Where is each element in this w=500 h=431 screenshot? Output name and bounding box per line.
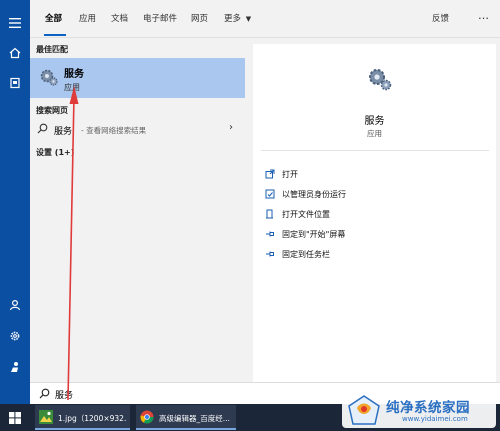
taskbar-item-browser[interactable]: 高级编辑器_百度经... [136,405,236,430]
action-open[interactable]: 打开 [265,167,298,181]
watermark-url: www.yidaimei.com [402,415,468,423]
tab-web[interactable]: 网页 [191,12,208,24]
app-detail-pane: 服务 应用 打开 以管理员身份运行 打开文件位置 固定到"开始"屏幕 固定到任务… [253,44,496,382]
services-gear-icon [39,67,59,87]
watermark-badge: 纯净系统家园 www.yidaimei.com [342,392,496,428]
pin-taskbar-icon [265,249,275,259]
app-name: 服务 [364,116,385,127]
search-icon [37,123,48,137]
best-match-subtitle: 应用 [64,83,80,92]
search-input-value[interactable]: 服务 [55,388,73,401]
best-match-title: 服务 [64,69,84,80]
active-tab-indicator [44,34,66,36]
action-open-file-location-label: 打开文件位置 [282,209,330,219]
tab-apps[interactable]: 应用 [79,12,96,24]
windows-logo-icon [9,411,21,424]
web-search-heading: 搜索网页 [36,106,68,115]
more-options-icon[interactable]: … [478,9,489,22]
feedback-link[interactable]: 反馈 [432,12,449,24]
action-open-file-location[interactable]: 打开文件位置 [265,207,330,221]
feedback-person-icon[interactable] [0,354,30,380]
taskbar-item-label: 1.jpg（1200×932... [58,414,126,423]
search-results-pane: 最佳匹配 服务 应用 搜索网页 服务 - 查看网络搜索结果 › 设置 (1+) [30,38,245,382]
web-search-suffix: - 查看网络搜索结果 [81,126,147,135]
search-filter-tabs: 全部 应用 文档 电子邮件 网页 更多 ▼ 反馈 … [30,0,500,38]
action-pin-start-label: 固定到"开始"屏幕 [282,229,346,239]
web-search-query: 服务 [54,127,73,137]
web-search-item[interactable]: 服务 - 查看网络搜索结果 › [30,120,245,138]
settings-gear-icon[interactable] [0,323,30,349]
action-pin-start[interactable]: 固定到"开始"屏幕 [265,227,345,241]
tab-more-label: 更多 [224,14,242,24]
documents-icon[interactable] [0,70,30,96]
services-large-icon [367,66,393,92]
action-pin-taskbar-label: 固定到任务栏 [282,249,330,259]
image-viewer-icon [39,410,53,424]
tab-more[interactable]: 更多 ▼ [224,12,251,24]
home-icon[interactable] [0,40,30,66]
tab-documents[interactable]: 文档 [111,12,128,24]
best-match-heading: 最佳匹配 [36,45,68,54]
chevron-down-icon: ▼ [245,15,252,23]
pin-start-icon [265,229,275,239]
file-location-icon [265,209,275,219]
app-type: 应用 [367,129,382,138]
tab-email[interactable]: 电子邮件 [143,12,177,24]
divider [261,150,489,151]
start-menu-rail [0,0,30,404]
watermark-logo-icon [346,394,382,426]
open-icon [265,169,275,179]
action-pin-taskbar[interactable]: 固定到任务栏 [265,247,330,261]
hamburger-menu-icon[interactable] [0,10,30,36]
action-run-as-admin-label: 以管理员身份运行 [282,189,346,199]
best-match-item[interactable]: 服务 应用 [30,58,245,98]
settings-heading[interactable]: 设置 (1+) [36,147,74,158]
user-icon[interactable] [0,292,30,318]
run-as-admin-icon [265,189,275,199]
action-run-as-admin[interactable]: 以管理员身份运行 [265,187,346,201]
search-icon [39,388,50,402]
chrome-icon [140,410,154,424]
tab-all[interactable]: 全部 [45,12,62,24]
action-open-label: 打开 [282,169,298,179]
chevron-right-icon[interactable]: › [229,122,233,133]
taskbar-item-image-viewer[interactable]: 1.jpg（1200×932... [35,405,130,430]
watermark-title: 纯净系统家园 [386,400,470,416]
taskbar-item-label: 高级编辑器_百度经... [159,414,230,423]
start-button[interactable] [0,404,30,431]
